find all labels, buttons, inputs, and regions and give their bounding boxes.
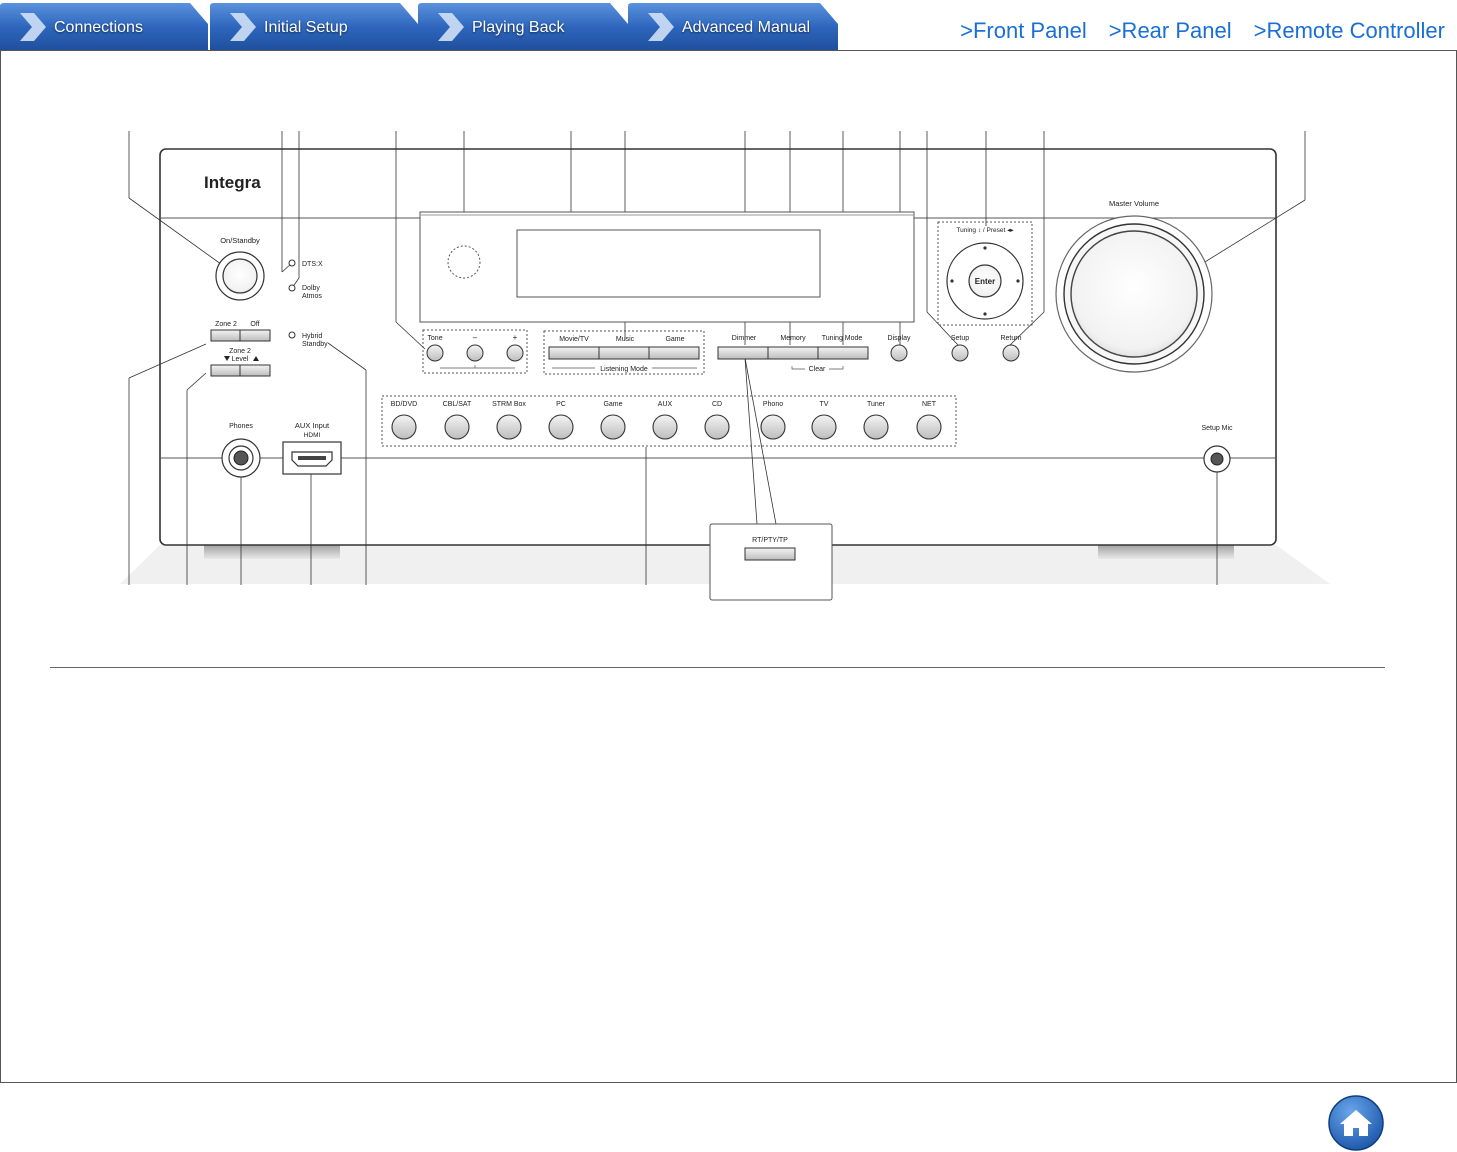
- brand-logo: Integra: [204, 173, 261, 192]
- selector-button-7[interactable]: [760, 414, 786, 440]
- aux-input-label: AUX Input: [295, 421, 330, 430]
- tuning-preset-label: Tuning ↕ / Preset ◂▸: [956, 227, 1014, 234]
- movie-tv-button[interactable]: [548, 346, 600, 360]
- phones-jack[interactable]: [221, 438, 261, 478]
- home-button[interactable]: [1327, 1094, 1385, 1152]
- tone-button[interactable]: [426, 344, 444, 362]
- selector-button-8[interactable]: [811, 414, 837, 440]
- selector-label-10: NET: [922, 401, 937, 408]
- rt-pty-tp-button[interactable]: [744, 547, 796, 561]
- return-button[interactable]: [1002, 344, 1020, 362]
- standby-label: Standby: [302, 341, 328, 348]
- phones-label: Phones: [229, 423, 253, 430]
- selector-label-7: Phono: [763, 401, 783, 408]
- hdmi-label: HDMI: [304, 432, 321, 439]
- dimmer-label: Dimmer: [732, 335, 757, 342]
- selector-button-10[interactable]: [916, 414, 942, 440]
- tuning-mode-button[interactable]: [817, 346, 869, 360]
- cursor-right-icon: [1016, 279, 1020, 283]
- minus-label: –: [473, 333, 478, 342]
- dolby-label: Dolby: [302, 285, 320, 292]
- game-mode-label: Game: [665, 336, 684, 343]
- memory-label: Memory: [780, 335, 806, 342]
- selector-button-9[interactable]: [863, 414, 889, 440]
- setup-button[interactable]: [951, 344, 969, 362]
- dimmer-button[interactable]: [717, 346, 769, 360]
- master-volume-knob[interactable]: [1055, 215, 1213, 373]
- on-standby-label: On/Standby: [220, 236, 260, 245]
- selector-button-5[interactable]: [652, 414, 678, 440]
- off-button[interactable]: [239, 329, 271, 342]
- return-label: Return: [1000, 335, 1021, 342]
- selector-button-0[interactable]: [391, 414, 417, 440]
- selector-label-5: AUX: [658, 401, 673, 408]
- selector-button-3[interactable]: [548, 414, 574, 440]
- setup-mic-jack[interactable]: [1203, 445, 1231, 473]
- plus-label: +: [513, 333, 518, 342]
- section-divider: [50, 667, 1385, 668]
- clear-label: Clear: [809, 366, 826, 373]
- selector-label-9: Tuner: [867, 401, 886, 408]
- zone2-level-label-1: Zone 2: [229, 348, 251, 355]
- tuning-mode-label: Tuning Mode: [822, 335, 863, 342]
- master-volume-label: Master Volume: [1109, 199, 1159, 208]
- memory-button[interactable]: [767, 346, 819, 360]
- tone-plus-button[interactable]: [506, 344, 524, 362]
- listening-mode-label: Listening Mode: [600, 366, 648, 373]
- hybrid-label: Hybrid: [302, 333, 322, 340]
- dtsx-indicator: [288, 259, 296, 267]
- cursor-down-icon: [983, 312, 987, 316]
- zone2-level-label-2: Level: [232, 356, 249, 363]
- tone-minus-button[interactable]: [466, 344, 484, 362]
- tone-label: Tone: [427, 335, 442, 342]
- enter-label: Enter: [975, 277, 995, 286]
- off-label: Off: [250, 321, 259, 328]
- game-mode-button[interactable]: [648, 346, 700, 360]
- setup-label: Setup: [951, 335, 969, 342]
- selector-label-1: CBL/SAT: [443, 401, 472, 408]
- setup-mic-label: Setup Mic: [1201, 425, 1233, 432]
- display-screen: [516, 229, 821, 298]
- selector-label-6: CD: [712, 401, 722, 408]
- selector-label-8: TV: [820, 401, 829, 408]
- selector-button-2[interactable]: [496, 414, 522, 440]
- dolby-atmos-indicator: [288, 284, 296, 292]
- rt-pty-tp-label: RT/PTY/TP: [752, 537, 788, 544]
- music-label: Music: [616, 336, 635, 343]
- zone2-level-down-button[interactable]: [210, 364, 241, 377]
- front-panel-illustration: Integra On/Standby DTS:X Dolby Atmos Hyb…: [120, 131, 1330, 601]
- selector-label-4: Game: [603, 401, 622, 408]
- cursor-left-icon: [950, 279, 954, 283]
- display-label: Display: [888, 335, 911, 342]
- selector-button-4[interactable]: [600, 414, 626, 440]
- on-standby-button[interactable]: [215, 251, 265, 301]
- rt-pty-tp-inset: [709, 523, 833, 601]
- dtsx-label: DTS:X: [302, 261, 323, 268]
- selector-label-3: PC: [556, 401, 566, 408]
- music-button[interactable]: [598, 346, 650, 360]
- hdmi-port[interactable]: [282, 441, 342, 475]
- selector-label-0: BD/DVD: [391, 401, 417, 408]
- selector-label-2: STRM Box: [492, 401, 526, 408]
- movie-tv-label: Movie/TV: [559, 336, 589, 343]
- atmos-label: Atmos: [302, 293, 322, 300]
- zone2-label: Zone 2: [215, 321, 237, 328]
- hybrid-standby-indicator: [288, 331, 296, 339]
- selector-button-6[interactable]: [704, 414, 730, 440]
- display-button[interactable]: [890, 344, 908, 362]
- selector-button-1[interactable]: [444, 414, 470, 440]
- zone2-level-up-button[interactable]: [239, 364, 271, 377]
- cursor-up-icon: [983, 246, 987, 250]
- zone2-button[interactable]: [210, 329, 241, 342]
